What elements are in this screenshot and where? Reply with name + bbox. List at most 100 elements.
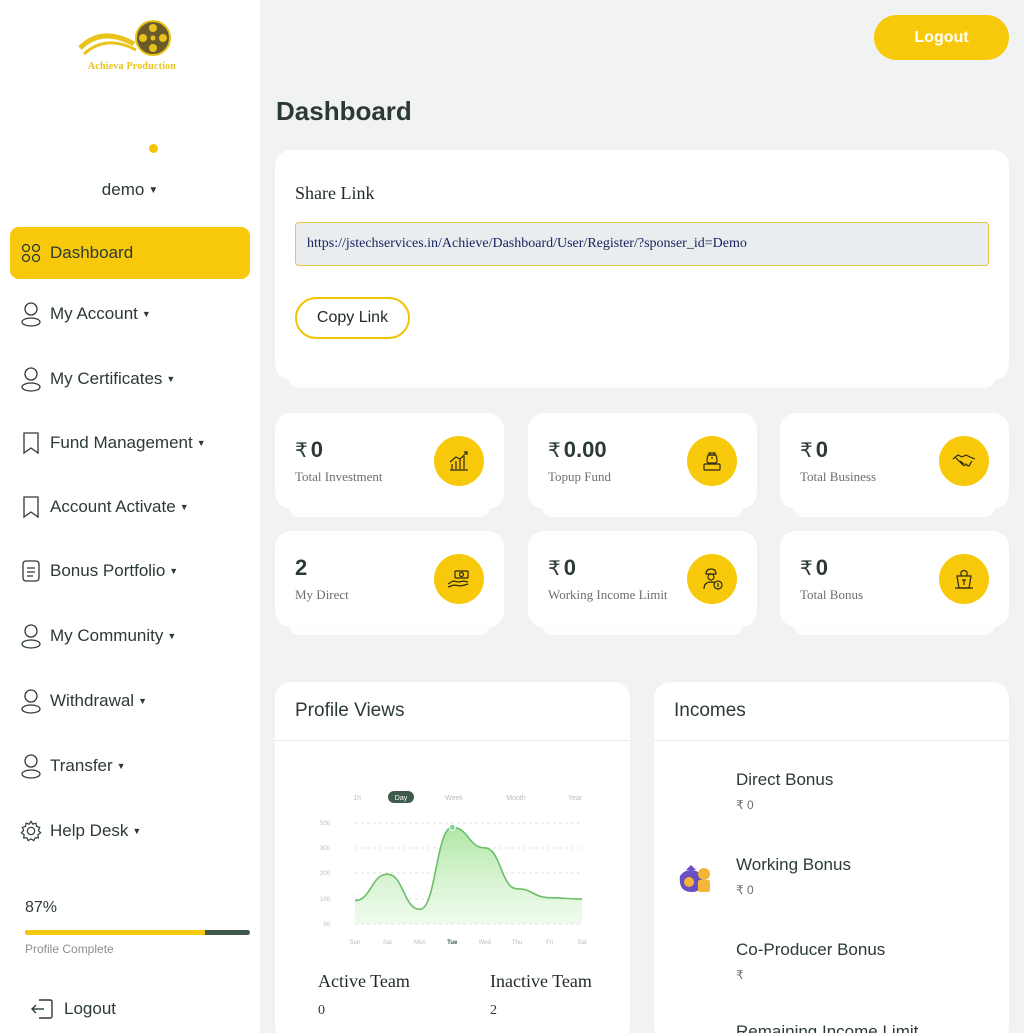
chevron-down-icon: ▼	[179, 502, 189, 512]
active-team-value: 0	[318, 1003, 325, 1018]
user-name: demo	[101, 180, 145, 199]
profile-views-title: Profile Views	[295, 700, 405, 721]
currency-symbol: ₹	[800, 558, 813, 580]
grid-icon	[20, 241, 42, 265]
inactive-team-value: 2	[490, 1003, 497, 1018]
stat-number: 0	[563, 555, 576, 580]
active-team-label: Active Team	[318, 971, 410, 991]
income-title: Working Bonus	[736, 855, 851, 874]
logout-icon	[31, 999, 53, 1019]
stat-value: ₹0	[800, 437, 828, 463]
stat-label: Working Income Limit	[548, 587, 668, 602]
stat-card-my-direct: 2 My Direct	[275, 531, 504, 627]
stat-label: Total Investment	[295, 469, 383, 484]
stat-value: ₹0	[295, 437, 323, 463]
x-tick-label: Sun	[350, 940, 361, 946]
panel-divider	[654, 740, 1009, 741]
bonus-bag-icon	[939, 554, 989, 604]
income-value: ₹	[736, 968, 744, 982]
x-tick-label: Thu	[512, 940, 522, 946]
range-tab-week[interactable]: Week	[445, 795, 463, 802]
chevron-down-icon: ▼	[196, 438, 206, 448]
bookmark-icon	[20, 495, 42, 519]
stat-number: 0	[815, 437, 828, 462]
currency-symbol: ₹	[295, 440, 308, 462]
sidebar-item-my-certificates[interactable]: My Certificates ▼	[10, 353, 250, 405]
x-tick-label: Mon	[414, 940, 426, 946]
money-bag-icon	[679, 865, 710, 892]
growth-chart-icon	[434, 436, 484, 486]
stat-card-working-income-limit: ₹0 Working Income Limit	[528, 531, 757, 627]
x-tick-label: Tue	[447, 940, 458, 946]
chevron-down-icon: ▼	[148, 185, 159, 196]
y-tick-label: 500	[320, 821, 331, 827]
sidebar-item-label: Transfer	[50, 756, 113, 775]
sidebar-item-account-activate[interactable]: Account Activate ▼	[10, 481, 250, 533]
stat-card-topup-fund: ₹0.00 Topup Fund	[528, 413, 757, 509]
sidebar-logout-link[interactable]: Logout	[30, 998, 116, 1020]
gear-icon	[20, 819, 42, 843]
y-tick-label: 100	[320, 897, 331, 903]
worker-coin-icon	[687, 554, 737, 604]
sidebar-item-label: Withdrawal	[50, 691, 135, 710]
sidebar-item-label: My Account	[50, 304, 138, 323]
stat-card-total-bonus: ₹0 Total Bonus	[780, 531, 1009, 627]
sidebar-item-transfer[interactable]: Transfer ▼	[10, 740, 250, 792]
stat-card-total-investment: ₹0 Total Investment	[275, 413, 504, 509]
stat-number: 0.00	[563, 437, 607, 462]
sidebar-item-bonus-portfolio[interactable]: Bonus Portfolio ▼	[10, 545, 250, 597]
stat-value: ₹0	[800, 555, 828, 581]
copy-link-button[interactable]: Copy Link	[295, 297, 410, 339]
sidebar-item-my-account[interactable]: My Account ▼	[10, 288, 250, 340]
sidebar: Achieva Production demo ▼ Dashboard My Acc…	[0, 0, 260, 1033]
profile-progress-percent: 87%	[25, 899, 58, 916]
stat-value: ₹0.00	[548, 437, 607, 463]
income-title: Remaining Income Limit	[736, 1022, 919, 1033]
logout-button[interactable]: Logout	[874, 15, 1009, 60]
profile-views-card: Profile Views 1h Day Week Month Year 500 300 20…	[275, 682, 630, 1033]
incomes-card: Incomes Direct Bonus ₹ 0 Working Bonus ₹ 0 C…	[654, 682, 1009, 1033]
range-tab-day[interactable]: Day	[395, 795, 408, 802]
x-tick-label: Sat	[383, 940, 392, 946]
sidebar-item-my-community[interactable]: My Community ▼	[10, 610, 250, 662]
sidebar-item-withdrawal[interactable]: Withdrawal ▼	[10, 675, 250, 727]
share-link-card: Share Link Copy Link	[275, 150, 1009, 380]
stat-value: ₹0	[548, 555, 576, 581]
stat-number: 2	[295, 555, 308, 580]
sidebar-item-fund-management[interactable]: Fund Management ▼	[10, 417, 250, 469]
stat-label: Total Business	[800, 469, 877, 484]
user-icon	[20, 754, 42, 779]
stat-card-total-business: ₹0 Total Business	[780, 413, 1009, 509]
y-tick-label: 200	[320, 871, 331, 877]
income-value: ₹ 0	[736, 798, 754, 812]
panel-divider	[275, 740, 630, 741]
user-menu[interactable]: demo ▼	[0, 180, 260, 200]
sidebar-item-dashboard[interactable]: Dashboard	[10, 227, 250, 279]
y-tick-label: 50	[323, 922, 330, 928]
share-link-input[interactable]	[295, 222, 989, 266]
profile-views-chart: 1h Day Week Month Year 500 300 200 100 50 Sun Sat Mo…	[320, 791, 587, 946]
inactive-team-label: Inactive Team	[490, 971, 592, 991]
data-point-peak	[448, 823, 456, 831]
stat-value: 2	[295, 555, 307, 581]
sidebar-item-help-desk[interactable]: Help Desk ▼	[10, 805, 250, 857]
incomes-title: Incomes	[674, 700, 746, 721]
sidebar-item-label: Bonus Portfolio	[50, 561, 166, 580]
chevron-down-icon: ▼	[167, 631, 177, 641]
currency-symbol: ₹	[548, 440, 561, 462]
range-tab-month[interactable]: Month	[506, 795, 526, 802]
document-icon	[20, 559, 42, 583]
page-title: Dashboard	[276, 96, 412, 126]
x-tick-label: Wed	[479, 940, 491, 946]
profile-progress-label: Profile Complete	[25, 942, 114, 956]
user-icon	[20, 367, 42, 392]
sidebar-item-label: My Certificates	[50, 369, 163, 388]
bookmark-icon	[20, 431, 42, 455]
income-title: Co-Producer Bonus	[736, 940, 886, 959]
hand-money-icon	[434, 554, 484, 604]
chevron-down-icon: ▼	[132, 826, 142, 836]
range-tab-year[interactable]: Year	[568, 795, 583, 802]
sidebar-item-label: Help Desk	[50, 821, 129, 840]
range-tab-1h[interactable]: 1h	[353, 795, 361, 802]
sidebar-item-label: Fund Management	[50, 433, 193, 452]
